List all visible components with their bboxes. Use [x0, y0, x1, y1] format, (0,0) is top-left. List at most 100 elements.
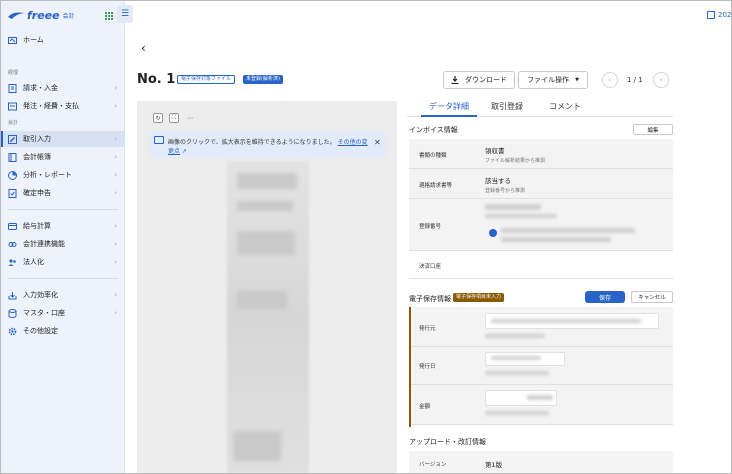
tab-transaction-register[interactable]: 取引登録: [491, 101, 523, 112]
close-icon[interactable]: ✕: [374, 138, 381, 147]
invoice-row-reg-number: [409, 199, 673, 251]
nav-payroll-label: 給与計算: [23, 222, 51, 230]
chevron-right-icon: ›: [114, 84, 117, 92]
download-icon: [451, 76, 459, 84]
invoice-row-payment-account: [409, 251, 673, 279]
nav-master-label: マスタ・口座: [23, 309, 65, 317]
chevron-left-icon: ‹: [608, 76, 612, 84]
sidebar-divider: [8, 209, 118, 210]
file-ops-label: ファイル操作: [527, 76, 570, 84]
chevron-right-icon: ›: [114, 240, 117, 248]
back-chevron-icon[interactable]: ‹: [141, 41, 146, 55]
wallet-icon: [8, 222, 17, 231]
nav-transaction-input-label: 取引入力: [23, 135, 51, 143]
info-text: 画像のクリックで、拡大表示を維持できるようになりました。: [168, 139, 336, 146]
caret-down-icon: ▼: [575, 77, 579, 83]
freee-bird-icon: [7, 10, 25, 20]
top-right-text: 202: [718, 11, 732, 19]
home-icon: [8, 36, 17, 45]
nav-home[interactable]: ホーム: [1, 32, 125, 48]
users-icon: [8, 258, 17, 267]
status-badge: 未登録(解析済): [243, 75, 283, 84]
nav-analysis-label: 分析・レポート: [23, 171, 72, 179]
chevron-right-icon: ›: [114, 171, 117, 179]
document-image-blur: [237, 173, 297, 189]
invoice-icon: [8, 83, 17, 93]
next-page-button[interactable]: ›: [653, 72, 669, 88]
document-image-blur: [233, 431, 281, 461]
database-icon: [8, 308, 17, 318]
nav-expense-label: 発注・経費・支払: [23, 102, 79, 110]
rotate-button[interactable]: ↻: [153, 113, 163, 123]
info-circle-icon: [489, 229, 497, 237]
chart-icon: [8, 170, 17, 180]
chevron-right-icon: ›: [114, 309, 117, 317]
document-image-blur: [237, 291, 287, 309]
fullscreen-button[interactable]: ⛶: [169, 113, 179, 123]
nav-tax-return[interactable]: 確定申告 ›: [1, 185, 125, 201]
nav-other-settings-label: その他設定: [23, 327, 58, 335]
document-check-icon: [8, 188, 17, 198]
import-icon: [8, 291, 17, 300]
chevron-right-icon: ›: [114, 291, 117, 299]
nav-integration[interactable]: 会計連携機能 ›: [1, 236, 125, 252]
edit-button[interactable]: 編集: [633, 124, 673, 135]
pager-text: 1 / 1: [627, 76, 643, 84]
sidebar-collapse-button[interactable]: ☰: [117, 5, 133, 23]
file-ops-button[interactable]: ファイル操作 ▼: [518, 71, 588, 89]
estorage-section-title: 電子保存情報: [409, 295, 451, 303]
section-label-kaikei: 会計: [8, 120, 19, 126]
app-window: freee 会計 ホーム 経理 請求・入金 › 発注・経費・支払 › 会計 取引…: [0, 0, 732, 474]
download-label: ダウンロード: [465, 76, 507, 84]
row-label-payment-account: 決済口座: [419, 264, 442, 270]
cancel-button[interactable]: キャンセル: [631, 291, 673, 303]
download-button[interactable]: ダウンロード: [443, 71, 515, 89]
nav-home-label: ホーム: [23, 36, 44, 44]
nav-billing-label: 請求・入金: [23, 84, 58, 92]
nav-incorporation[interactable]: 法人化 ›: [1, 254, 125, 270]
row-sub-doc-type: ファイル解析結果から推測: [485, 158, 546, 164]
save-button[interactable]: 保存: [585, 291, 625, 303]
reg-number-redacted: [501, 237, 611, 242]
row-sub-qualified: 登録番号から推測: [485, 188, 526, 194]
link-icon: [8, 240, 17, 249]
prev-page-button[interactable]: ‹: [602, 72, 618, 88]
book-icon: [8, 152, 17, 162]
nav-transaction-input[interactable]: 取引入力 ›: [1, 131, 125, 147]
app-grid-icon[interactable]: [105, 12, 113, 20]
gear-icon: [8, 327, 17, 336]
nav-payroll[interactable]: 給与計算 ›: [1, 218, 125, 234]
chevron-right-icon: ›: [114, 135, 117, 143]
sidebar: freee 会計 ホーム 経理 請求・入金 › 発注・経費・支払 › 会計 取引…: [1, 1, 125, 473]
nav-billing[interactable]: 請求・入金 ›: [1, 80, 125, 96]
external-link-icon: ↗: [180, 148, 187, 155]
more-button[interactable]: ⋯: [185, 113, 195, 123]
calendar-icon: [707, 11, 715, 19]
fullscreen-icon: ⛶: [171, 114, 177, 121]
section-label-keiri: 経理: [8, 70, 19, 76]
nav-expense[interactable]: 発注・経費・支払 ›: [1, 98, 125, 114]
reg-number-redacted: [501, 228, 635, 233]
logo-sub: 会計: [62, 12, 75, 20]
nav-other-settings[interactable]: その他設定: [1, 323, 125, 339]
row-value-doc-type: 領収書: [485, 147, 505, 155]
info-image-icon: [154, 136, 164, 144]
nav-master[interactable]: マスタ・口座 ›: [1, 305, 125, 321]
chevron-right-icon: ›: [114, 222, 117, 230]
nav-ledger-label: 会計帳簿: [23, 153, 51, 161]
estorage-warning-badge: 電子保存項目未入力: [453, 293, 505, 302]
tab-data-detail[interactable]: データ詳細: [429, 101, 469, 112]
menu-collapse-icon: ☰: [120, 9, 130, 19]
chevron-right-icon: ›: [114, 258, 117, 266]
top-right-date[interactable]: 202: [707, 11, 731, 19]
nav-integration-label: 会計連携機能: [23, 240, 65, 248]
nav-efficiency[interactable]: 入力効率化 ›: [1, 287, 125, 303]
chevron-right-icon: ›: [114, 189, 117, 197]
nav-efficiency-label: 入力効率化: [23, 291, 58, 299]
chevron-right-icon: ›: [114, 102, 117, 110]
estorage-edit-indicator: [409, 307, 673, 427]
tab-comment[interactable]: コメント: [549, 101, 581, 112]
nav-ledger[interactable]: 会計帳簿 ›: [1, 149, 125, 165]
document-image-blur: [237, 231, 295, 255]
nav-analysis[interactable]: 分析・レポート ›: [1, 167, 125, 183]
